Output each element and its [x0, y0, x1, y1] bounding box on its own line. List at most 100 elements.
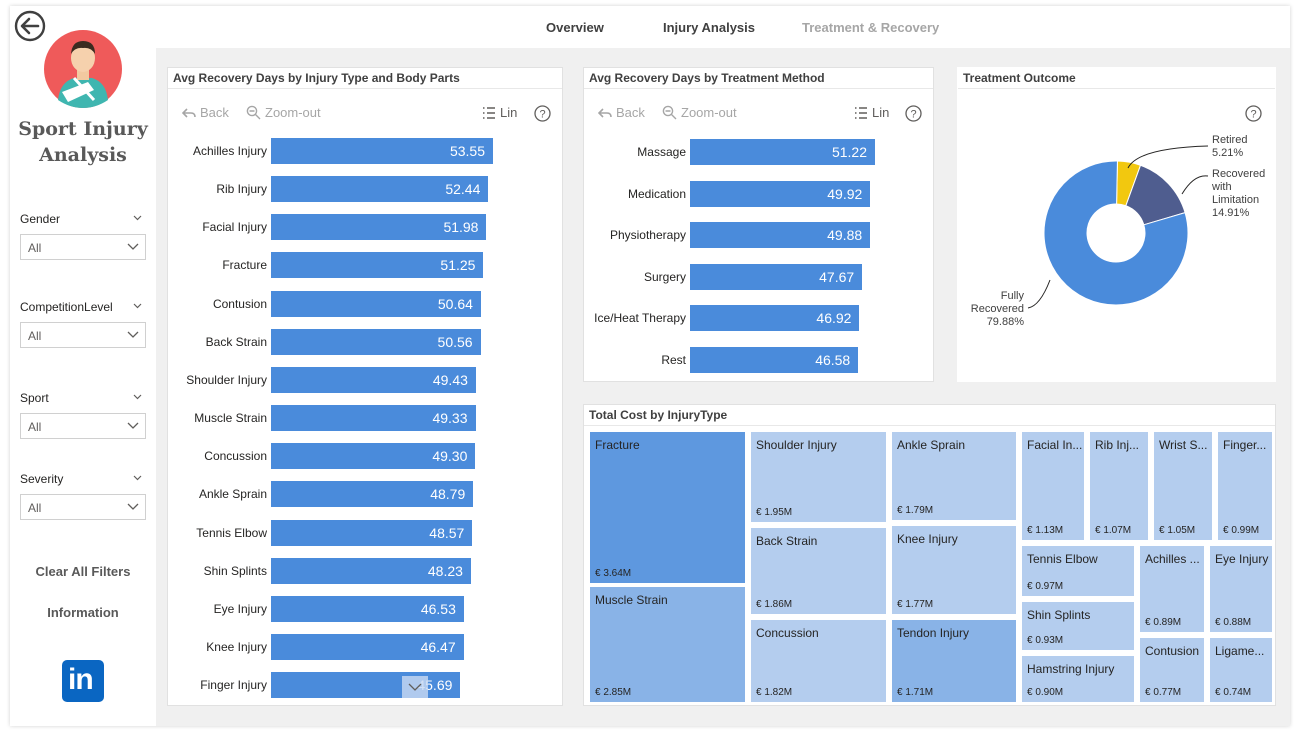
treemap-cell-tendon-injury[interactable]: Tendon Injury € 1.71M	[891, 619, 1017, 703]
bar-row-contusion[interactable]: Contusion 50.64	[168, 290, 564, 317]
treemap-cell-rib-inj[interactable]: Rib Inj... € 1.07M	[1089, 431, 1149, 541]
treemap-cell-fracture[interactable]: Fracture € 3.64M	[589, 431, 746, 584]
treemap-cell-value: € 1.07M	[1095, 525, 1132, 536]
bar-row-eye-injury[interactable]: Eye Injury 46.53	[168, 595, 564, 622]
bar-row-rib-injury[interactable]: Rib Injury 52.44	[168, 176, 564, 203]
treemap-cell-ankle-sprain[interactable]: Ankle Sprain € 1.79M	[891, 431, 1017, 521]
bar-achilles-injury[interactable]: 53.55	[271, 138, 493, 164]
bar-category-label: Rib Injury	[216, 182, 267, 197]
bar-tennis-elbow[interactable]: 48.57	[271, 519, 473, 546]
treemap-cell-muscle-strain[interactable]: Muscle Strain € 2.85M	[589, 586, 746, 703]
bar-row-finger-injury[interactable]: Finger Injury 45.69	[168, 672, 564, 699]
tab-injury-analysis[interactable]: Injury Analysis	[663, 20, 755, 35]
scroll-down-icon[interactable]	[402, 676, 428, 698]
treatment-bar-plot: Massage 51.22 Medication 49.92 Physiotherapy…	[584, 68, 935, 383]
treemap-cell-finger[interactable]: Finger... € 0.99M	[1217, 431, 1273, 541]
bar-row-tennis-elbow[interactable]: Tennis Elbow 48.57	[168, 519, 564, 546]
bar-surgery[interactable]: 47.67	[690, 263, 863, 290]
treemap-cell-hamstring-injury[interactable]: Hamstring Injury € 0.90M	[1021, 655, 1135, 703]
tab-overview[interactable]: Overview	[546, 20, 604, 35]
bar-shin-splints[interactable]: 48.23	[271, 557, 471, 584]
sport-slicer-header: Sport	[20, 391, 146, 407]
treemap-cell-value: € 1.86M	[756, 599, 793, 610]
sport-dropdown[interactable]: All	[20, 413, 146, 439]
bar-row-physiotherapy[interactable]: Physiotherapy 49.88	[584, 222, 935, 248]
bar-category-label: Medication	[627, 186, 686, 201]
treemap-cell-back-strain[interactable]: Back Strain € 1.86M	[750, 527, 887, 615]
bar-row-medication[interactable]: Medication 49.92	[584, 180, 935, 207]
treemap-cell-value: € 1.79M	[897, 505, 934, 516]
bar-eye-injury[interactable]: 46.53	[271, 595, 464, 622]
chevron-down-icon[interactable]	[133, 392, 142, 401]
bar-row-shin-splints[interactable]: Shin Splints 48.23	[168, 557, 564, 584]
bar-row-facial-injury[interactable]: Facial Injury 51.98	[168, 214, 564, 241]
bar-row-muscle-strain[interactable]: Muscle Strain 49.33	[168, 405, 564, 432]
bar-category-label: Achilles Injury	[192, 144, 267, 158]
gender-dropdown[interactable]: All	[20, 234, 146, 260]
bar-ice-heat-therapy[interactable]: 46.92	[690, 305, 860, 331]
bar-rest[interactable]: 46.58	[690, 346, 859, 373]
treemap-cell-label: Contusion	[1145, 644, 1200, 658]
tab-treatment-recovery[interactable]: Treatment & Recovery	[802, 20, 939, 35]
treemap-cell-eye-injury[interactable]: Eye Injury € 0.88M	[1209, 545, 1273, 633]
bar-shoulder-injury[interactable]: 49.43	[271, 366, 476, 393]
bar-row-ankle-sprain[interactable]: Ankle Sprain 48.79	[168, 481, 564, 508]
treemap-cell-shin-splints[interactable]: Shin Splints € 0.93M	[1021, 601, 1135, 651]
bar-row-ice-heat-therapy[interactable]: Ice/Heat Therapy 46.92	[584, 305, 935, 331]
bar-row-achilles-injury[interactable]: Achilles Injury 53.55	[168, 138, 564, 164]
bar-knee-injury[interactable]: 46.47	[271, 633, 464, 660]
bar-row-concussion[interactable]: Concussion 49.30	[168, 443, 564, 470]
linkedin-icon[interactable]: in	[62, 660, 104, 702]
chevron-down-icon[interactable]	[133, 473, 142, 482]
clear-all-filters-button[interactable]: Clear All Filters	[10, 564, 156, 579]
back-arrow-icon[interactable]	[14, 10, 46, 42]
linkedin-logo-text: in	[68, 663, 94, 696]
bar-rib-injury[interactable]: 52.44	[271, 176, 489, 203]
bar-row-back-strain[interactable]: Back Strain 50.56	[168, 328, 564, 355]
severity-dropdown[interactable]: All	[20, 494, 146, 520]
information-button[interactable]: Information	[10, 605, 156, 620]
bar-contusion[interactable]: 50.64	[271, 290, 481, 317]
chevron-down-icon[interactable]	[133, 213, 142, 222]
treemap-cell-tennis-elbow[interactable]: Tennis Elbow € 0.97M	[1021, 545, 1135, 597]
bar-row-surgery[interactable]: Surgery 47.67	[584, 263, 935, 290]
treemap-cell-value: € 0.97M	[1027, 581, 1064, 592]
limitation-label-value: 14.91%	[1212, 207, 1250, 219]
competition-level-dropdown[interactable]: All	[20, 322, 146, 348]
bar-ankle-sprain[interactable]: 48.79	[271, 481, 474, 508]
bar-concussion[interactable]: 49.30	[271, 443, 476, 470]
bar-physiotherapy[interactable]: 49.88	[690, 222, 871, 248]
bar-row-fracture[interactable]: Fracture 51.25	[168, 252, 564, 279]
treemap-cell-contusion[interactable]: Contusion € 0.77M	[1139, 637, 1205, 703]
bar-category-label: Back Strain	[205, 334, 267, 349]
treemap-cell-wrist-s[interactable]: Wrist S... € 1.05M	[1153, 431, 1213, 541]
treemap-cell-facial-in[interactable]: Facial In... € 1.13M	[1021, 431, 1085, 541]
treemap-cell-label: Achilles ...	[1145, 552, 1200, 566]
bar-row-knee-injury[interactable]: Knee Injury 46.47	[168, 633, 564, 660]
bar-row-shoulder-injury[interactable]: Shoulder Injury 49.43	[168, 366, 564, 393]
bar-muscle-strain[interactable]: 49.33	[271, 405, 476, 432]
injury-bar-plot: Achilles Injury 53.55 Rib Injury 52.44 Facia…	[168, 68, 564, 707]
bar-row-massage[interactable]: Massage 51.22	[584, 139, 935, 165]
chevron-down-icon[interactable]	[133, 301, 142, 310]
bar-facial-injury[interactable]: 51.98	[271, 214, 487, 241]
treemap-cell-concussion[interactable]: Concussion € 1.82M	[750, 619, 887, 703]
treemap-cell-knee-injury[interactable]: Knee Injury € 1.77M	[891, 525, 1017, 615]
treemap-cell-label: Hamstring Injury	[1027, 662, 1115, 676]
fully-recovered-label: Fully Recovered 79.88%	[962, 290, 1024, 329]
treemap-cell-shoulder-injury[interactable]: Shoulder Injury € 1.95M	[750, 431, 887, 523]
bar-finger-injury[interactable]: 45.69	[271, 672, 461, 699]
gender-slicer: Gender All	[20, 212, 146, 260]
treemap-cell-value: € 0.93M	[1027, 635, 1064, 646]
bar-fracture[interactable]: 51.25	[271, 252, 484, 279]
treemap-cell-value: € 1.05M	[1159, 525, 1196, 536]
bar-category-label: Physiotherapy	[609, 228, 686, 242]
treemap-cell-achilles[interactable]: Achilles ... € 0.89M	[1139, 545, 1205, 633]
treemap-cell-ligame[interactable]: Ligame... € 0.74M	[1209, 637, 1273, 703]
cost-treemap: Fracture € 3.64M Muscle Strain € 2.85M Shoul…	[589, 431, 1273, 703]
bar-medication[interactable]: 49.92	[690, 180, 871, 207]
injured-athlete-avatar	[44, 30, 122, 108]
bar-row-rest[interactable]: Rest 46.58	[584, 346, 935, 373]
bar-massage[interactable]: 51.22	[690, 139, 875, 165]
bar-back-strain[interactable]: 50.56	[271, 328, 481, 355]
